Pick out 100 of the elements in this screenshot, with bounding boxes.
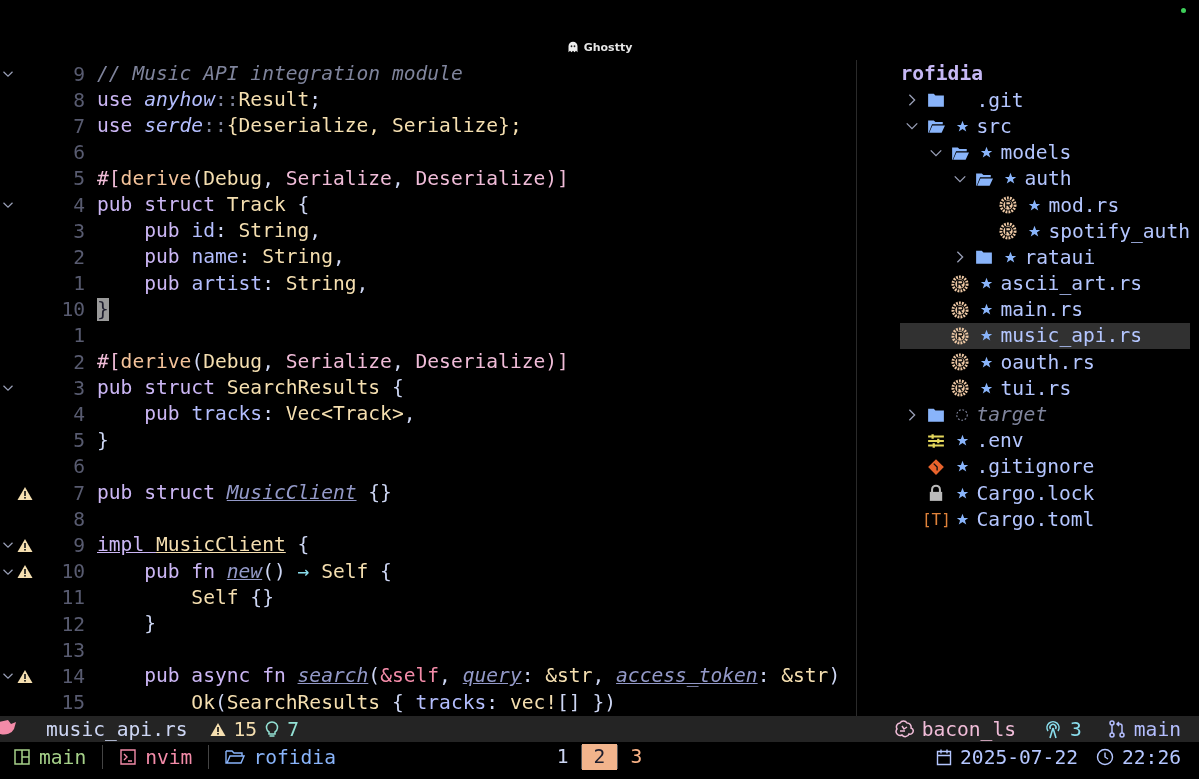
folder-icon bbox=[926, 91, 947, 110]
cog-icon bbox=[951, 326, 970, 345]
line-number: 9 bbox=[72, 533, 85, 557]
file-name: Cargo.toml bbox=[976, 507, 1095, 531]
code-line: pub artist: String, bbox=[143, 270, 369, 297]
time: 22:26 bbox=[1122, 745, 1181, 769]
code-line: pub struct MusicClient {} bbox=[97, 480, 392, 506]
line-number: 3 bbox=[72, 219, 85, 243]
line-number: 8 bbox=[72, 88, 85, 112]
file-name: tui.rs bbox=[1000, 376, 1072, 400]
tree-row[interactable]: tui.rs bbox=[900, 375, 1190, 402]
title-text: Ghostty bbox=[583, 40, 633, 54]
layout-icon bbox=[13, 748, 31, 766]
file-name: rataui bbox=[1024, 245, 1096, 269]
file-name: main.rs bbox=[1000, 298, 1083, 322]
code-line: pub id: String, bbox=[143, 218, 322, 245]
tree-row[interactable]: target bbox=[900, 401, 1190, 428]
code-line: } bbox=[97, 427, 109, 454]
terminal-icon bbox=[119, 748, 138, 766]
folder-icon bbox=[225, 748, 246, 766]
window-tab[interactable]: 2 bbox=[581, 744, 618, 770]
project-name: rofidia bbox=[900, 61, 984, 87]
warning-icon bbox=[17, 668, 33, 684]
branch-name: main bbox=[1133, 717, 1181, 741]
lightbulb-icon bbox=[265, 720, 280, 738]
tree-row[interactable]: .gitignore bbox=[900, 453, 1190, 480]
diamond-icon bbox=[927, 457, 946, 476]
line-number: 5 bbox=[72, 429, 85, 453]
cog-icon bbox=[951, 353, 970, 372]
file-name: spotify_auth bbox=[1048, 219, 1190, 243]
file-name: src bbox=[976, 114, 1012, 138]
brain-icon bbox=[893, 720, 914, 738]
line-number: 14 bbox=[60, 664, 85, 688]
code-line: pub async fn search(&self, query: &str, access_token: &str) bbox=[143, 663, 841, 690]
cog-icon bbox=[951, 274, 970, 293]
tree-row[interactable]: .git bbox=[900, 87, 1190, 114]
tree-row[interactable]: Cargo.lock bbox=[900, 480, 1190, 507]
calendar-icon bbox=[936, 748, 953, 766]
code-line: pub struct Track { bbox=[97, 191, 310, 218]
line-number: 7 bbox=[72, 114, 85, 138]
date: 2025-07-22 bbox=[960, 745, 1078, 769]
code-line: use anyhow::Result; bbox=[97, 87, 322, 114]
tree-row[interactable]: main.rs bbox=[900, 296, 1190, 323]
clock-icon bbox=[1096, 748, 1114, 766]
line-number: 1 bbox=[72, 324, 85, 348]
line-number: 15 bbox=[60, 691, 85, 715]
line-number: 6 bbox=[72, 455, 85, 479]
cog-icon bbox=[999, 196, 1018, 215]
tree-row[interactable]: rataui bbox=[900, 244, 1190, 271]
line-number: 4 bbox=[72, 193, 85, 217]
tree-row[interactable]: src bbox=[900, 113, 1190, 140]
file-name: mod.rs bbox=[1048, 193, 1120, 217]
file-name: .gitignore bbox=[976, 455, 1095, 479]
file-name: target bbox=[976, 403, 1048, 427]
warning-icon bbox=[17, 564, 33, 580]
code-line: #[derive(Debug, Serialize, Deserialize)] bbox=[97, 349, 569, 376]
broadcast-icon bbox=[1044, 719, 1062, 739]
cog-icon bbox=[951, 300, 970, 319]
code-line: pub tracks: Vec<Track>, bbox=[143, 401, 416, 428]
warning-icon bbox=[209, 721, 226, 737]
tree-row[interactable]: spotify_auth bbox=[900, 218, 1190, 245]
line-number: 5 bbox=[72, 167, 85, 191]
line-number: 3 bbox=[72, 376, 85, 400]
session-name: main bbox=[39, 745, 87, 769]
tree-row[interactable]: ascii_art.rs bbox=[900, 270, 1190, 297]
line-number: 2 bbox=[72, 350, 85, 374]
tree-row[interactable]: music_api.rs bbox=[900, 322, 1190, 350]
line-number: 6 bbox=[72, 141, 85, 165]
tree-row[interactable]: models bbox=[900, 139, 1190, 166]
ghost-icon bbox=[566, 41, 579, 53]
line-number: 2 bbox=[72, 245, 85, 269]
tree-row[interactable]: auth bbox=[900, 165, 1190, 192]
window-tab[interactable]: 1 bbox=[544, 744, 581, 770]
file-name: ascii_art.rs bbox=[1000, 272, 1142, 296]
warning-count: 15 bbox=[233, 717, 258, 741]
window-tab[interactable]: 3 bbox=[618, 744, 655, 770]
file-name: .env bbox=[976, 429, 1024, 453]
file-name: music_api.rs bbox=[1000, 324, 1142, 348]
code-line: use serde::{Deserialize, Serialize}; bbox=[97, 113, 522, 140]
line-number: 9 bbox=[72, 62, 85, 86]
tree-row[interactable]: .env bbox=[900, 427, 1190, 454]
code-line: Ok(SearchResults { tracks: vec![] }) bbox=[190, 689, 617, 716]
line-number: 10 bbox=[60, 298, 85, 322]
line-number: 10 bbox=[60, 560, 85, 584]
file-name: auth bbox=[1024, 167, 1072, 191]
code-line: pub name: String, bbox=[143, 244, 345, 271]
line-number: 4 bbox=[72, 403, 85, 427]
code-line: } bbox=[143, 610, 156, 637]
open-folder-icon bbox=[926, 117, 947, 136]
code-line: Self {} bbox=[190, 584, 274, 611]
cog-icon bbox=[999, 222, 1018, 241]
tree-row[interactable]: [T] Cargo.toml bbox=[900, 506, 1190, 533]
code-line: pub struct SearchResults { bbox=[97, 375, 404, 402]
tree-row[interactable]: mod.rs bbox=[900, 191, 1190, 219]
folder-icon bbox=[974, 248, 995, 267]
tree-row[interactable]: oauth.rs bbox=[900, 349, 1190, 376]
window-name: nvim bbox=[145, 745, 193, 769]
line-number: 1 bbox=[72, 272, 85, 296]
file-name: music_api.rs bbox=[46, 717, 188, 741]
directory-name: rofidia bbox=[253, 745, 336, 769]
